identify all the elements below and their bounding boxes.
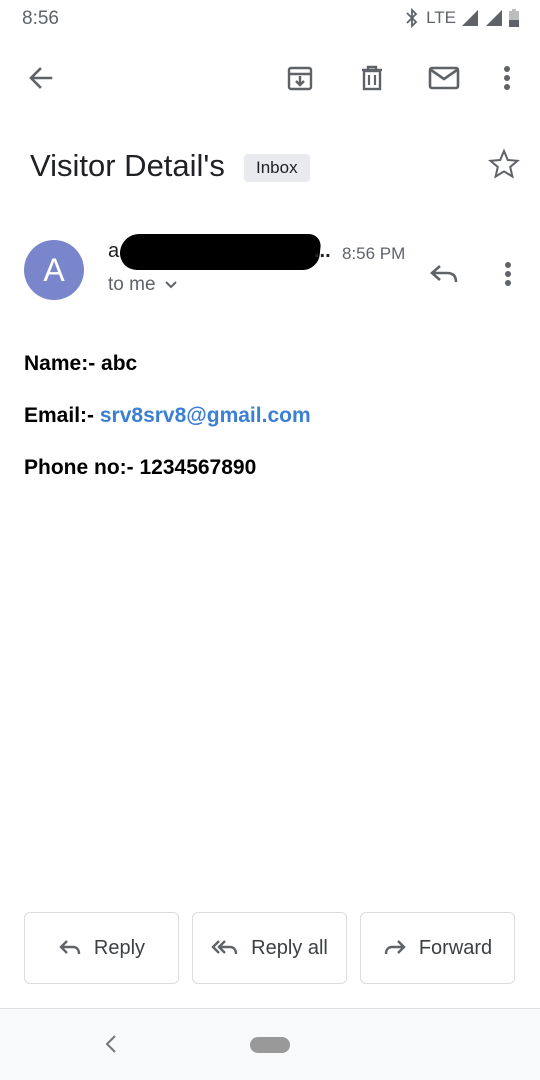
network-type: LTE bbox=[426, 8, 456, 27]
reply-all-label: Reply all bbox=[251, 936, 328, 959]
nav-back-icon[interactable] bbox=[96, 1029, 126, 1059]
status-icons: LTE bbox=[404, 8, 520, 28]
reply-icon bbox=[59, 940, 81, 955]
sender-row: A a ... 8:56 PM to me bbox=[0, 232, 540, 312]
more-vert-icon[interactable] bbox=[479, 48, 535, 108]
email-time: 8:56 PM bbox=[342, 244, 406, 263]
inbox-label-chip[interactable]: Inbox bbox=[244, 154, 310, 182]
system-nav-bar bbox=[0, 1008, 540, 1080]
name-value: abc bbox=[101, 352, 138, 375]
name-line: Name:- abc bbox=[24, 352, 524, 404]
subject-row: Visitor Detail's Inbox bbox=[0, 140, 540, 194]
reply-label: Reply bbox=[93, 936, 146, 959]
sender-name[interactable]: a bbox=[108, 240, 119, 263]
name-label: Name:- bbox=[24, 352, 102, 375]
delete-icon[interactable] bbox=[344, 48, 400, 108]
mail-icon[interactable] bbox=[416, 48, 472, 108]
forward-button[interactable]: Forward bbox=[360, 912, 515, 984]
phone-line: Phone no:- 1234567890 bbox=[24, 456, 524, 508]
email-label: Email:- bbox=[24, 404, 100, 427]
signal-icon bbox=[462, 10, 478, 26]
signal-icon-2 bbox=[486, 10, 502, 26]
chevron-down-icon bbox=[164, 281, 177, 289]
phone-value: 1234567890 bbox=[139, 456, 257, 479]
email-link[interactable]: srv8srv8@gmail.com bbox=[100, 404, 311, 427]
status-bar: 8:56 LTE bbox=[0, 0, 540, 38]
star-icon[interactable] bbox=[488, 148, 520, 185]
forward-icon bbox=[384, 940, 406, 955]
email-subject: Visitor Detail's bbox=[30, 148, 225, 183]
recipient-label: to me bbox=[108, 274, 156, 295]
reply-button[interactable]: Reply bbox=[24, 912, 179, 984]
avatar[interactable]: A bbox=[24, 240, 84, 300]
message-more-icon[interactable] bbox=[490, 254, 526, 294]
nav-home-pill[interactable] bbox=[250, 1037, 290, 1053]
phone-label: Phone no:- bbox=[24, 456, 140, 479]
forward-label: Forward bbox=[418, 936, 493, 959]
toolbar bbox=[0, 48, 540, 108]
archive-icon[interactable] bbox=[272, 48, 328, 108]
back-arrow-icon[interactable] bbox=[13, 48, 69, 108]
redaction-scribble bbox=[118, 234, 322, 270]
bluetooth-icon bbox=[406, 8, 418, 28]
recipient-toggle[interactable]: to me bbox=[108, 274, 178, 296]
email-line: Email:- srv8srv8@gmail.com bbox=[24, 404, 524, 456]
reply-all-button[interactable]: Reply all bbox=[192, 912, 347, 984]
status-time: 8:56 bbox=[22, 8, 59, 29]
email-body: Name:- abc Email:- srv8srv8@gmail.com Ph… bbox=[24, 352, 524, 508]
sender-truncation: ... bbox=[314, 240, 331, 262]
battery-icon bbox=[509, 9, 519, 27]
action-buttons: Reply Reply all Forward bbox=[24, 912, 516, 984]
reply-all-icon bbox=[211, 940, 238, 955]
reply-icon[interactable] bbox=[424, 254, 464, 294]
